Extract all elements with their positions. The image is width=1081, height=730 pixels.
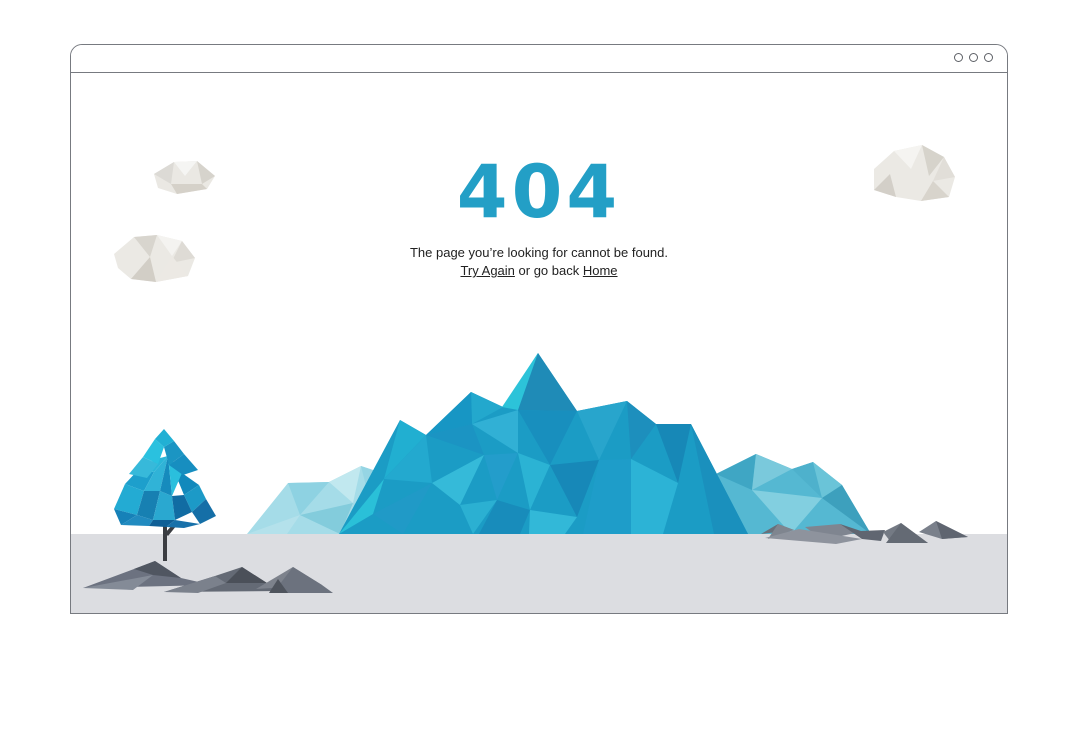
mountains bbox=[247, 353, 871, 534]
browser-window-frame: 404 The page you’re looking for cannot b… bbox=[70, 44, 1008, 614]
home-link[interactable]: Home bbox=[583, 263, 618, 278]
error-message: The page you’re looking for cannot be fo… bbox=[409, 245, 668, 260]
window-control-circle-icon[interactable] bbox=[984, 53, 993, 62]
page-content: 404 The page you’re looking for cannot b… bbox=[71, 73, 1007, 613]
window-control-circle-icon[interactable] bbox=[954, 53, 963, 62]
try-again-link[interactable]: Try Again bbox=[460, 263, 514, 278]
error-actions: Try Again or go back Home bbox=[71, 262, 1007, 279]
error-code: 404 bbox=[456, 150, 622, 235]
page-stage: 404 The page you’re looking for cannot b… bbox=[0, 0, 1081, 730]
window-controls bbox=[954, 53, 993, 62]
ground bbox=[71, 534, 1007, 613]
browser-titlebar bbox=[71, 45, 1007, 73]
window-control-circle-icon[interactable] bbox=[969, 53, 978, 62]
actions-middle-text: or go back bbox=[514, 263, 583, 278]
